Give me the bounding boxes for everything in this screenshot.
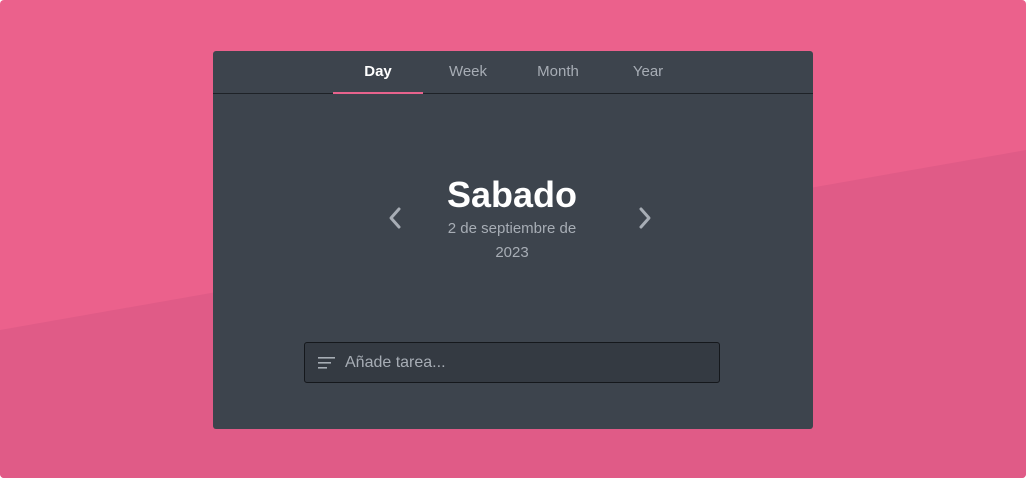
tab-month[interactable]: Month xyxy=(513,51,603,93)
add-task-field xyxy=(304,342,720,383)
date-line-2: 2023 xyxy=(495,244,529,261)
tab-day[interactable]: Day xyxy=(333,51,423,94)
calendar-card: Day Week Month Year Sabado 2 de septiemb… xyxy=(213,51,813,429)
add-task-input[interactable] xyxy=(345,343,705,382)
previous-day-button[interactable] xyxy=(383,204,407,232)
day-name: Sabado xyxy=(446,174,578,215)
chevron-right-icon xyxy=(639,207,651,229)
view-tabs: Day Week Month Year xyxy=(213,51,813,94)
date-line-1: 2 de septiembre de xyxy=(447,220,577,237)
notes-lines-icon xyxy=(318,357,335,369)
tab-week[interactable]: Week xyxy=(423,51,513,93)
next-day-button[interactable] xyxy=(633,204,657,232)
tab-year[interactable]: Year xyxy=(603,51,693,93)
date-display: Sabado 2 de septiembre de 2023 xyxy=(428,173,596,265)
chevron-left-icon xyxy=(389,207,401,229)
